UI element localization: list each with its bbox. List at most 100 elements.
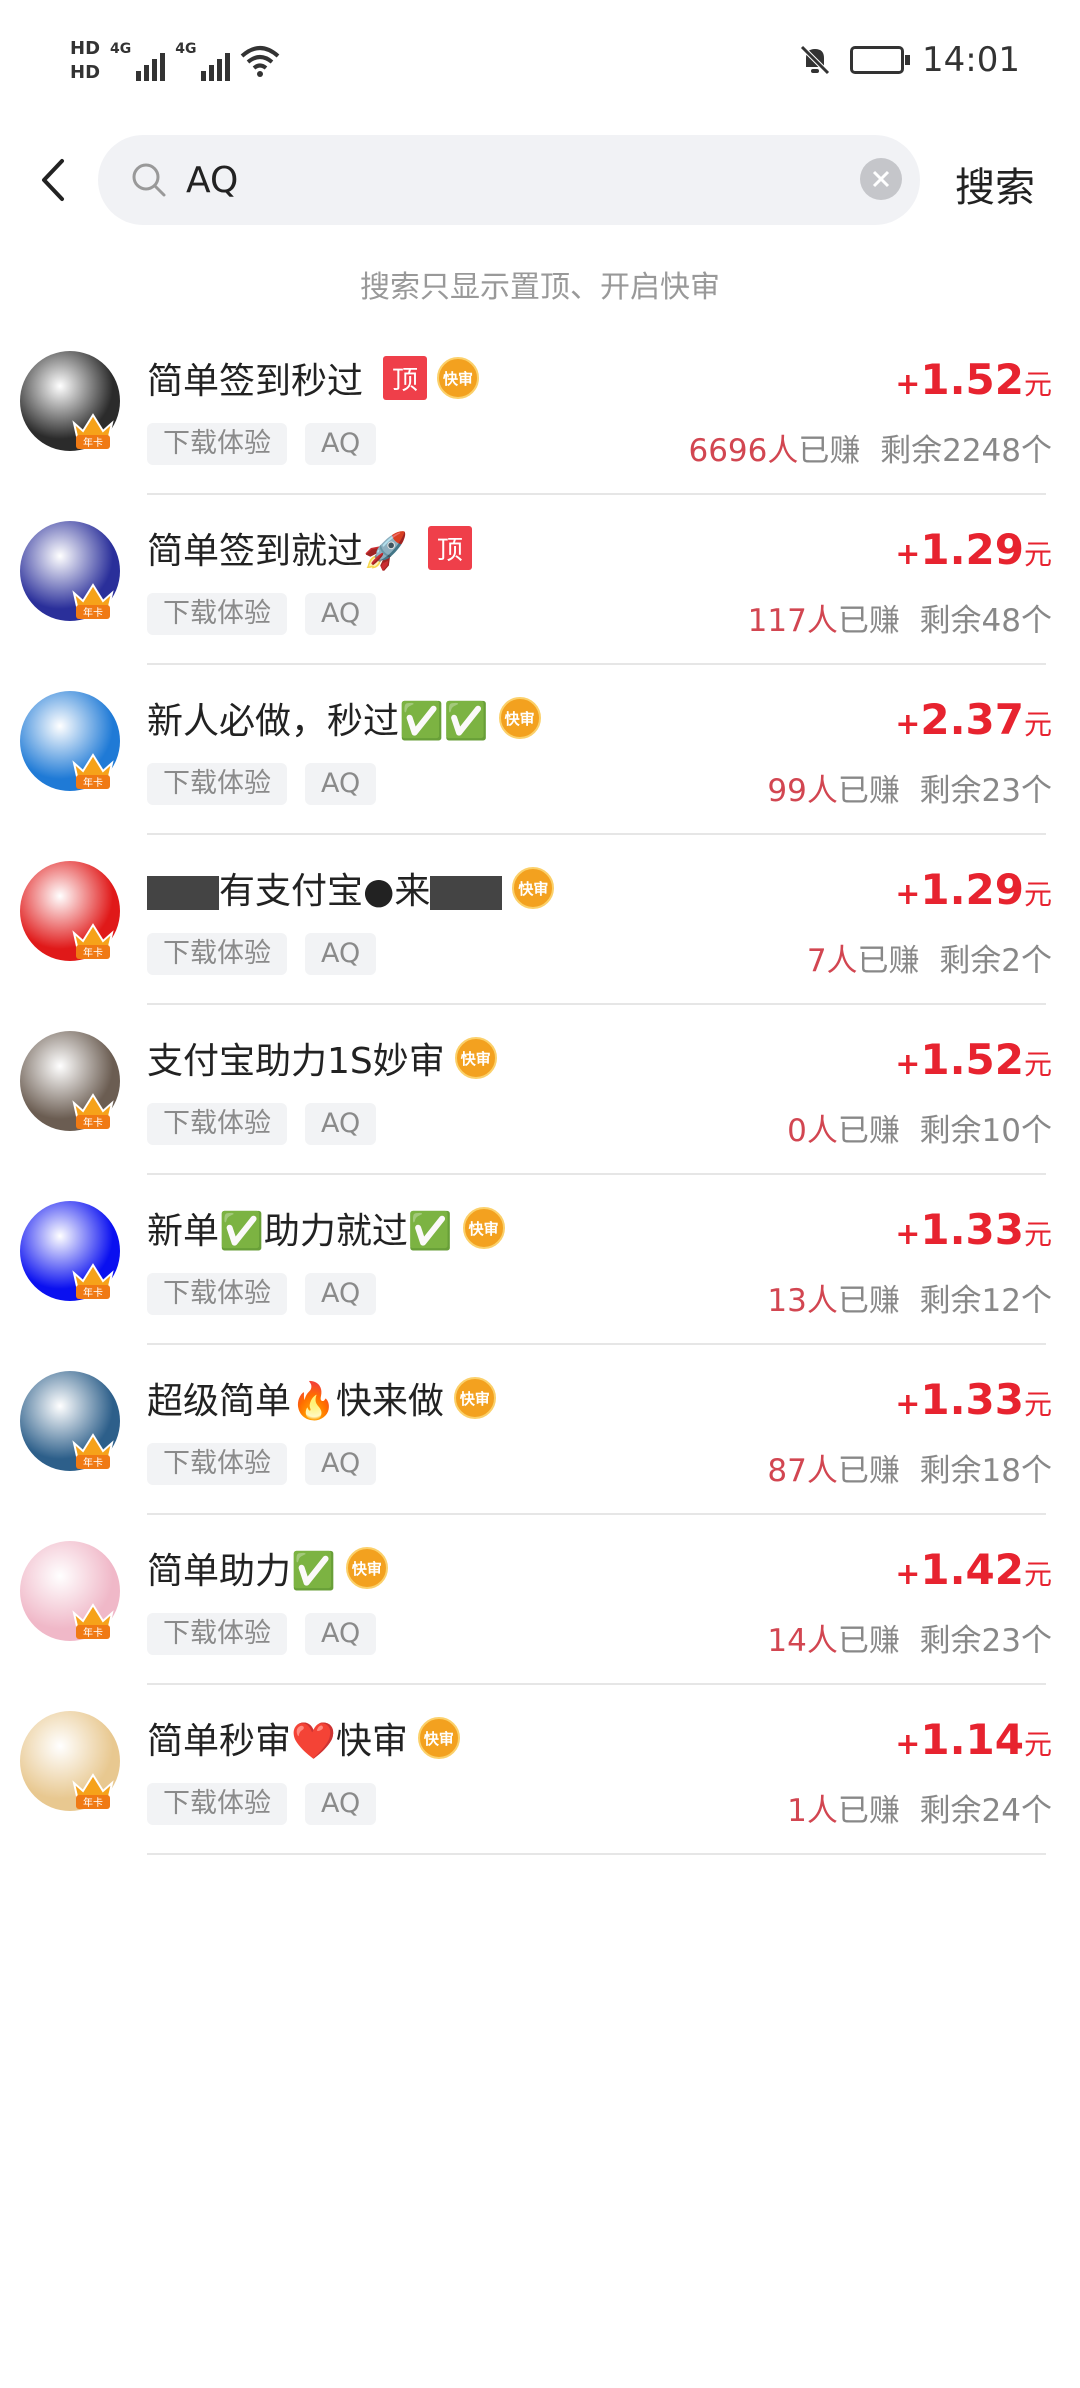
title-line: 支付宝助力1S妙审 快审	[147, 1033, 497, 1083]
avatar[interactable]: 年卡	[20, 861, 120, 961]
crown-icon: 年卡	[72, 923, 114, 959]
search-input[interactable]	[186, 149, 806, 211]
avatar[interactable]: 年卡	[20, 1031, 120, 1131]
search-button[interactable]: 搜索	[955, 155, 1035, 213]
reward-value: 1.33	[920, 1205, 1024, 1254]
clear-button[interactable]	[860, 158, 902, 200]
task-list-item[interactable]: 年卡 简单签到秒过顶快审 下载体验 AQ +1.52元 6696人已赚 剩余224…	[0, 325, 1080, 495]
reward-amount: +1.42元	[895, 1545, 1052, 1594]
avatar[interactable]: 年卡	[20, 351, 120, 451]
crown-icon: 年卡	[72, 413, 114, 449]
redacted-block	[430, 876, 503, 910]
remaining-count: 剩余12个	[919, 1283, 1052, 1319]
fast-review-badge: 快审	[512, 867, 555, 909]
avatar[interactable]: 年卡	[20, 1711, 120, 1811]
task-list-item[interactable]: 年卡 简单秒审❤️快审 快审 下载体验 AQ +1.14元 1人已赚 剩余24个	[0, 1685, 1080, 1855]
task-title: 简单签到就过🚀	[147, 531, 408, 572]
title-line: 超级简单🔥快来做 快审	[147, 1373, 496, 1423]
search-field[interactable]	[98, 135, 920, 225]
reward-amount: +1.29元	[895, 525, 1052, 574]
task-list-item[interactable]: 年卡 支付宝助力1S妙审 快审 下载体验 AQ +1.52元 0人已赚 剩余10个	[0, 1005, 1080, 1175]
task-tag: AQ	[305, 593, 377, 635]
reward-amount: +1.14元	[895, 1715, 1052, 1764]
task-title: 简单签到秒过	[147, 361, 364, 402]
currency-label: 元	[1023, 1558, 1052, 1591]
close-icon	[872, 170, 890, 188]
remaining-count: 剩余23个	[919, 773, 1052, 809]
remaining-count: 剩余18个	[919, 1453, 1052, 1489]
svg-text:年卡: 年卡	[83, 436, 103, 449]
earned-label: 已赚	[837, 1453, 900, 1489]
search-hint: 搜索只显示置顶、开启快审	[360, 270, 720, 305]
reward-value: 2.37	[920, 695, 1024, 744]
earned-count: 0人	[787, 1113, 838, 1149]
task-title: 新单✅助力就过✅	[147, 1211, 453, 1252]
status-icons-left: HD HD 4G 4G	[70, 38, 280, 84]
task-title: 简单秒审❤️快审	[147, 1721, 408, 1762]
currency-label: 元	[1023, 538, 1052, 571]
task-list-item[interactable]: 年卡 新单✅助力就过✅ 快审 下载体验 AQ +1.33元 13人已赚 剩余12个	[0, 1175, 1080, 1345]
fast-review-badge: 快审	[462, 1207, 505, 1249]
reward-value: 1.42	[920, 1545, 1024, 1594]
top-badge: 顶	[427, 526, 472, 570]
task-tag: AQ	[305, 1103, 377, 1145]
search-bar: 搜索	[0, 135, 1080, 225]
avatar[interactable]: 年卡	[20, 691, 120, 791]
remaining-count: 剩余2248个	[880, 433, 1052, 469]
avatar[interactable]: 年卡	[20, 1201, 120, 1301]
back-button[interactable]	[28, 153, 78, 207]
task-stats: 0人已赚 剩余10个	[787, 1105, 1052, 1150]
task-list-item[interactable]: 年卡 超级简单🔥快来做 快审 下载体验 AQ +1.33元 87人已赚 剩余18个	[0, 1345, 1080, 1515]
earned-count: 7人	[806, 943, 858, 979]
fast-review-badge: 快审	[454, 1037, 497, 1079]
earned-label: 已赚	[837, 1793, 900, 1829]
remaining-count: 剩余48个	[919, 603, 1052, 639]
task-tag: 下载体验	[147, 1103, 287, 1145]
status-bar: HD HD 4G 4G 14:01	[0, 0, 1080, 130]
task-stats: 99人已赚 剩余23个	[767, 765, 1052, 810]
reward-value: 1.52	[920, 355, 1024, 404]
crown-icon: 年卡	[72, 753, 114, 789]
task-tag: AQ	[305, 933, 377, 975]
task-tags: 下载体验 AQ	[147, 763, 377, 805]
task-tag: AQ	[305, 1443, 377, 1485]
avatar[interactable]: 年卡	[20, 1541, 120, 1641]
task-tag: AQ	[305, 1613, 377, 1655]
avatar[interactable]: 年卡	[20, 1371, 120, 1471]
task-list-item[interactable]: 年卡 简单签到就过🚀 顶 下载体验 AQ +1.29元 117人已赚 剩余48个	[0, 495, 1080, 665]
status-icons-right: 14:01	[798, 40, 1020, 80]
task-stats: 1人已赚 剩余24个	[787, 1785, 1052, 1830]
svg-text:年卡: 年卡	[83, 1116, 103, 1129]
signal-1-icon: 4G	[110, 41, 166, 81]
crown-icon: 年卡	[72, 583, 114, 619]
task-tags: 下载体验 AQ	[147, 1443, 377, 1485]
earned-count: 1人	[787, 1793, 838, 1829]
battery-icon	[850, 46, 911, 74]
reward-amount: +1.52元	[895, 355, 1052, 404]
task-stats: 6696人已赚 剩余2248个	[688, 425, 1052, 470]
earned-count: 87人	[767, 1453, 838, 1489]
currency-label: 元	[1023, 1728, 1052, 1761]
title-line: 新人必做，秒过✅✅ 快审	[147, 693, 541, 743]
task-tag: 下载体验	[147, 1783, 287, 1825]
task-stats: 87人已赚 剩余18个	[767, 1445, 1052, 1490]
task-list: 年卡 简单签到秒过顶快审 下载体验 AQ +1.52元 6696人已赚 剩余224…	[0, 325, 1080, 1855]
task-tags: 下载体验 AQ	[147, 1783, 377, 1825]
earned-label: 已赚	[798, 433, 861, 469]
clock: 14:01	[922, 40, 1020, 80]
task-tags: 下载体验 AQ	[147, 1103, 377, 1145]
currency-label: 元	[1023, 368, 1052, 401]
earned-count: 117人	[747, 603, 838, 639]
task-title: 有支付宝●来	[147, 862, 503, 914]
task-list-item[interactable]: 年卡 简单助力✅ 快审 下载体验 AQ +1.42元 14人已赚 剩余23个	[0, 1515, 1080, 1685]
task-list-item[interactable]: 年卡 新人必做，秒过✅✅ 快审 下载体验 AQ +2.37元 99人已赚 剩余23个	[0, 665, 1080, 835]
task-tag: 下载体验	[147, 1613, 287, 1655]
reward-value: 1.29	[920, 525, 1024, 574]
task-tag: 下载体验	[147, 1273, 287, 1315]
task-title: 超级简单🔥快来做	[147, 1381, 444, 1422]
title-line: 简单签到秒过顶快审	[147, 353, 480, 403]
task-list-item[interactable]: 年卡 有支付宝●来 快审 下载体验 AQ +1.29元 7人已赚 剩余2个	[0, 835, 1080, 1005]
remaining-count: 剩余2个	[939, 943, 1052, 979]
crown-icon: 年卡	[72, 1773, 114, 1809]
avatar[interactable]: 年卡	[20, 521, 120, 621]
